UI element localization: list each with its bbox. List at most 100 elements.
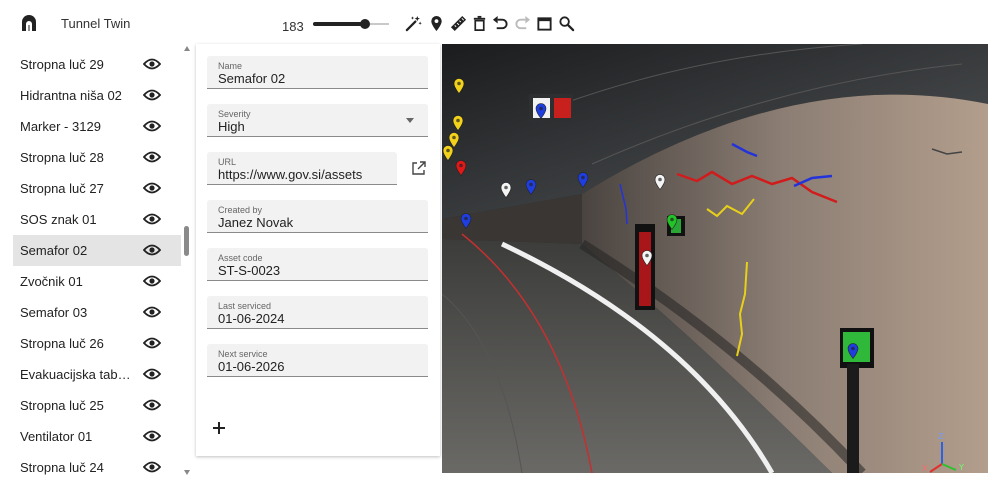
asset-code-label: Asset code xyxy=(218,253,263,263)
map-pin-icon[interactable] xyxy=(535,103,547,119)
eye-icon[interactable] xyxy=(142,243,162,257)
list-item[interactable]: Stropna luč 28 xyxy=(13,142,181,173)
eye-icon[interactable] xyxy=(142,88,162,102)
undo-icon[interactable] xyxy=(491,14,509,32)
map-pin-icon[interactable] xyxy=(452,115,464,131)
next-service-value[interactable]: 01-06-2026 xyxy=(218,359,285,374)
severity-value[interactable]: High xyxy=(218,119,245,134)
eye-icon[interactable] xyxy=(142,274,162,288)
url-field[interactable]: URL https://www.gov.si/assets xyxy=(207,152,397,185)
trash-icon[interactable] xyxy=(470,14,488,32)
redo-icon[interactable] xyxy=(513,14,531,32)
list-item-label: Stropna luč 25 xyxy=(20,398,104,413)
list-item[interactable]: Semafor 03 xyxy=(13,297,181,328)
asset-code-field[interactable]: Asset code ST-S-0023 xyxy=(207,248,428,281)
app-title: Tunnel Twin xyxy=(61,16,131,31)
eye-icon[interactable] xyxy=(142,181,162,195)
severity-select[interactable]: Severity High xyxy=(207,104,428,137)
list-item[interactable]: SOS znak 01 xyxy=(13,204,181,235)
eye-icon[interactable] xyxy=(142,57,162,71)
list-item-label: Ventilator 01 xyxy=(20,429,93,444)
plus-icon[interactable] xyxy=(210,419,228,437)
created-by-value[interactable]: Janez Novak xyxy=(218,215,293,230)
tunnel-scene xyxy=(442,44,988,473)
asset-list: Stropna luč 29 Hidrantna niša 02 Marker - … xyxy=(13,44,193,480)
list-item[interactable]: Stropna luč 25 xyxy=(13,390,181,421)
severity-label: Severity xyxy=(218,109,251,119)
crop-icon[interactable] xyxy=(535,14,553,32)
toolbar: Tunnel Twin 183 xyxy=(0,0,1000,44)
list-item[interactable]: Ventilator 01 xyxy=(13,421,181,452)
eye-icon[interactable] xyxy=(142,429,162,443)
url-label: URL xyxy=(218,157,237,167)
last-serviced-label: Last serviced xyxy=(218,301,272,311)
url-value[interactable]: https://www.gov.si/assets xyxy=(218,167,362,182)
eye-icon[interactable] xyxy=(142,398,162,412)
scroll-thumb[interactable] xyxy=(184,226,189,256)
list-item-label: Semafor 03 xyxy=(20,305,88,320)
point-size-value: 183 xyxy=(282,19,304,34)
list-item[interactable]: Hidrantna niša 02 xyxy=(13,80,181,111)
list-item[interactable]: Stropna luč 27 xyxy=(13,173,181,204)
list-item-label: Marker - 3129 xyxy=(20,119,101,134)
list-item[interactable]: Marker - 3129 xyxy=(13,111,181,142)
list-item[interactable]: Stropna luč 24 xyxy=(13,452,181,480)
list-item-label: Zvočnik 01 xyxy=(20,274,83,289)
map-pin-icon[interactable] xyxy=(654,174,666,190)
list-item-label: Stropna luč 27 xyxy=(20,181,104,196)
last-serviced-field[interactable]: Last serviced 01-06-2024 xyxy=(207,296,428,329)
map-pin-icon[interactable] xyxy=(577,172,589,188)
eye-icon[interactable] xyxy=(142,119,162,133)
open-in-new-icon[interactable] xyxy=(410,160,427,177)
list-item[interactable]: Zvočnik 01 xyxy=(13,266,181,297)
list-item-label: Stropna luč 28 xyxy=(20,150,104,165)
map-pin-icon[interactable] xyxy=(442,145,454,161)
eye-icon[interactable] xyxy=(142,150,162,164)
list-item-label: Stropna luč 29 xyxy=(20,57,104,72)
axis-x-label: X xyxy=(922,464,928,473)
asset-details-panel: Name Semafor 02 Severity High URL https:… xyxy=(196,44,440,456)
map-pin-icon[interactable] xyxy=(666,214,678,230)
asset-code-value[interactable]: ST-S-0023 xyxy=(218,263,280,278)
axis-z-label: Z xyxy=(938,432,944,441)
point-cloud-viewer[interactable]: Z X Y xyxy=(442,44,988,473)
list-item[interactable]: Semafor 02 xyxy=(13,235,181,266)
list-item[interactable]: Stropna luč 29 xyxy=(13,49,181,80)
next-service-label: Next service xyxy=(218,349,268,359)
map-pin-icon[interactable] xyxy=(455,160,467,176)
dropdown-caret-icon[interactable] xyxy=(406,118,414,123)
search-icon[interactable] xyxy=(557,14,575,32)
next-service-field[interactable]: Next service 01-06-2026 xyxy=(207,344,428,377)
map-pin-icon[interactable] xyxy=(460,213,472,229)
ruler-icon[interactable] xyxy=(449,14,467,32)
scroll-up-arrow[interactable] xyxy=(184,46,190,51)
map-pin-icon[interactable] xyxy=(641,250,653,266)
eye-icon[interactable] xyxy=(142,305,162,319)
eye-icon[interactable] xyxy=(142,336,162,350)
name-field[interactable]: Name Semafor 02 xyxy=(207,56,428,89)
scroll-down-arrow[interactable] xyxy=(184,470,190,475)
name-value[interactable]: Semafor 02 xyxy=(218,71,285,86)
last-serviced-value[interactable]: 01-06-2024 xyxy=(218,311,285,326)
eye-icon[interactable] xyxy=(142,367,162,381)
map-pin-icon[interactable] xyxy=(427,14,445,32)
list-item-label: Stropna luč 26 xyxy=(20,336,104,351)
map-pin-icon[interactable] xyxy=(500,182,512,198)
tunnel-icon xyxy=(20,14,38,32)
magic-wand-icon[interactable] xyxy=(404,14,422,32)
map-pin-icon[interactable] xyxy=(525,179,537,195)
map-pin-icon[interactable] xyxy=(453,78,465,94)
slider-thumb[interactable] xyxy=(359,19,370,29)
map-pin-icon[interactable] xyxy=(847,343,859,359)
list-scrollbar[interactable] xyxy=(181,44,193,480)
list-item-label: SOS znak 01 xyxy=(20,212,97,227)
list-item[interactable]: Evakuacijska tablica 01 xyxy=(13,359,181,390)
list-item-label: Evakuacijska tablica 01 xyxy=(20,367,132,382)
name-label: Name xyxy=(218,61,243,71)
list-item[interactable]: Stropna luč 26 xyxy=(13,328,181,359)
eye-icon[interactable] xyxy=(142,212,162,226)
list-item-label: Semafor 02 xyxy=(20,243,88,258)
created-by-field[interactable]: Created by Janez Novak xyxy=(207,200,428,233)
point-size-slider[interactable] xyxy=(313,17,389,31)
eye-icon[interactable] xyxy=(142,460,162,474)
